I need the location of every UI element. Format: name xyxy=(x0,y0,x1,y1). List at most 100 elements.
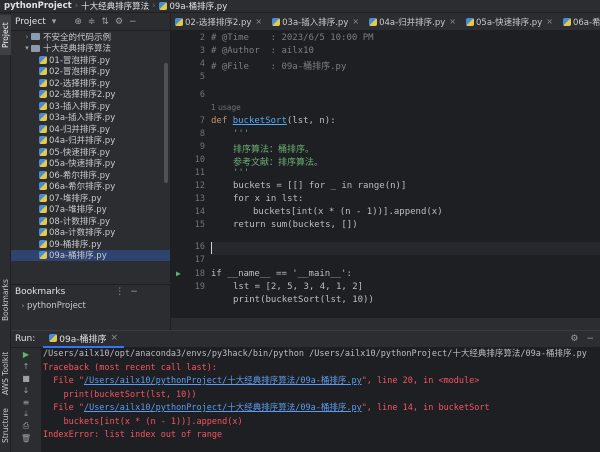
trash-icon[interactable]: 🗑 xyxy=(11,432,41,444)
chevron-right-icon[interactable]: › xyxy=(23,33,31,41)
editor-tab[interactable]: 05a-快速排序.py × xyxy=(462,13,559,30)
bookmarks-tool-tab[interactable]: Bookmarks xyxy=(0,275,11,325)
tree-item-label: 06a-希尔排序.py xyxy=(49,182,116,193)
bookmarks-header: Bookmarks ⋮ − xyxy=(11,285,170,299)
close-icon[interactable]: × xyxy=(352,17,359,26)
minimize-icon[interactable]: − xyxy=(129,17,137,27)
tree-item[interactable]: 08-计数排序.py xyxy=(11,215,170,227)
project-panel-title[interactable]: Project xyxy=(15,17,46,27)
editor-tab[interactable]: 06a-希尔排序.py× xyxy=(559,13,600,30)
tree-item[interactable]: 02-选择排序.py xyxy=(11,77,170,89)
tree-item-label: 02-冒泡排序.py xyxy=(49,67,111,78)
tree-item-label: 04a-归并排序.py xyxy=(49,136,116,147)
editor-tab-label: 02-选择排序2.py xyxy=(185,17,252,28)
scroll-up-icon[interactable]: ↑ xyxy=(11,360,41,372)
python-file-icon xyxy=(39,193,47,202)
python-file-icon xyxy=(39,251,47,260)
tree-item-label: 07a-堆排序.py xyxy=(49,205,107,216)
tree-item[interactable]: 07a-堆排序.py xyxy=(11,204,170,216)
editor-tab[interactable]: 04a-归并排序.py × xyxy=(365,13,462,30)
run-gutter-icon[interactable]: ▶ xyxy=(176,269,181,278)
locate-icon[interactable]: ⊕ xyxy=(74,17,82,27)
usage-hint[interactable]: 1 usage xyxy=(211,103,241,112)
chevron-down-icon[interactable]: ▾ xyxy=(23,44,31,52)
console-code-line-1: print(bucketSort(lst, 10)) xyxy=(43,389,197,400)
code-editor[interactable]: 2 3 4 5 6 7 8 9 10 11 12 13 14 15 16 17 18 19 # @Time : 2… xyxy=(171,31,600,318)
python-file-icon xyxy=(39,124,47,133)
bookmark-item[interactable]: › pythonProject xyxy=(11,299,170,313)
gear-icon[interactable]: ⚙ xyxy=(115,17,123,27)
tree-item[interactable]: 05a-快速排序.py xyxy=(11,158,170,170)
run-tab[interactable]: 09a-桶排序 × xyxy=(43,331,125,348)
python-file-icon xyxy=(39,113,47,122)
structure-tool-tab[interactable]: Structure xyxy=(0,405,11,447)
tree-item[interactable]: 04-归并排序.py xyxy=(11,123,170,135)
tree-item[interactable]: 09-桶排序.py xyxy=(11,238,170,250)
soft-wrap-icon[interactable]: ≡ xyxy=(11,396,41,408)
breadcrumb-project[interactable]: pythonProject xyxy=(4,1,72,11)
python-file-icon xyxy=(39,216,47,225)
line-number: 3 xyxy=(199,46,205,56)
tree-item[interactable]: 06a-希尔排序.py xyxy=(11,181,170,193)
chevron-down-icon[interactable]: ▾ xyxy=(52,17,57,27)
line-number: 9 xyxy=(199,142,205,152)
close-icon[interactable]: × xyxy=(449,17,456,26)
run-panel: Run: 09a-桶排序 × ⚙ − ▶ ↑ ■ ↓ ≡ ⤓ ⎙ 🗑 /User… xyxy=(11,330,600,452)
function-name[interactable]: bucketSort xyxy=(233,116,287,126)
expand-all-icon[interactable]: ⇅ xyxy=(101,17,109,27)
tree-item-label: 03-插入排序.py xyxy=(49,101,111,112)
editor-tab[interactable]: 03a-插入排序.py × xyxy=(268,13,365,30)
rerun-icon[interactable]: ▶ xyxy=(11,348,41,360)
tree-item[interactable]: 05-快速排序.py xyxy=(11,146,170,158)
more-icon[interactable]: ⋮ xyxy=(115,287,124,297)
gear-icon[interactable]: ⚙ xyxy=(570,334,578,344)
minimize-icon[interactable]: − xyxy=(586,334,594,344)
minimize-icon[interactable]: − xyxy=(130,287,138,297)
tree-item[interactable]: 06-希尔排序.py xyxy=(11,169,170,181)
tree-item[interactable]: 07-堆排序.py xyxy=(11,192,170,204)
tree-item[interactable]: 09a-桶排序.py xyxy=(11,249,170,261)
tree-item[interactable]: 01-冒泡排序.py xyxy=(11,54,170,66)
line-number: 19 xyxy=(194,282,205,292)
collapse-all-icon[interactable]: ≑ xyxy=(88,17,96,27)
close-icon[interactable]: × xyxy=(111,333,119,343)
tree-item-label: 08a-计数排序.py xyxy=(49,228,116,239)
console-output[interactable]: /Users/ailx10/opt/anaconda3/envs/py3hack… xyxy=(43,348,600,452)
close-icon[interactable]: × xyxy=(255,17,262,26)
editor-tab[interactable]: 02-选择排序2.py × xyxy=(171,13,268,30)
console-file-link[interactable]: /Users/ailx10/pythonProject/十大经典排序算法/09a… xyxy=(84,376,362,386)
project-tool-tab[interactable]: Project xyxy=(0,15,11,55)
scrollbar[interactable] xyxy=(164,63,168,183)
tree-item[interactable]: 03a-插入排序.py xyxy=(11,112,170,123)
tree-item[interactable]: 02-选择排序2.py xyxy=(11,89,170,100)
tree-item-label: 不安全的代码示例 xyxy=(43,32,112,43)
tree-item[interactable]: 08a-计数排序.py xyxy=(11,227,170,239)
code-line-8: ''' xyxy=(233,129,250,139)
aws-toolkit-tool-tab[interactable]: AWS Toolkit xyxy=(0,351,11,396)
python-file-icon xyxy=(272,17,281,26)
line-number: 11 xyxy=(194,168,205,178)
line-number: 17 xyxy=(194,255,205,265)
chevron-right-icon[interactable]: › xyxy=(19,302,27,310)
python-file-icon xyxy=(39,136,47,145)
stop-icon[interactable]: ■ xyxy=(11,372,41,384)
breadcrumb-folder[interactable]: 十大经典排序算法 xyxy=(81,0,149,12)
close-icon[interactable]: × xyxy=(546,17,553,26)
scroll-down-icon[interactable]: ↓ xyxy=(11,384,41,396)
python-file-icon xyxy=(39,101,47,110)
tree-item[interactable]: ▾ 十大经典排序算法 xyxy=(11,43,170,54)
python-file-icon xyxy=(39,228,47,237)
print-icon[interactable]: ⎙ xyxy=(11,420,41,432)
tree-item-label: 05a-快速排序.py xyxy=(49,159,116,170)
console-file-line-2: File "/Users/ailx10/pythonProject/十大经典排序… xyxy=(43,403,490,413)
tree-item[interactable]: 03-插入排序.py xyxy=(11,100,170,112)
left-tool-strip: Project Bookmarks AWS Toolkit Structure xyxy=(0,13,11,452)
project-panel-header: Project ▾ ⊕ ≑ ⇅ ⚙ − xyxy=(11,13,170,31)
code-line-13: for x in lst: xyxy=(233,194,304,204)
console-file-link[interactable]: /Users/ailx10/pythonProject/十大经典排序算法/09a… xyxy=(84,403,362,413)
tree-item[interactable]: 02-冒泡排序.py xyxy=(11,66,170,78)
breadcrumb-file[interactable]: 09a-桶排序.py xyxy=(170,0,228,12)
tree-item[interactable]: › 不安全的代码示例 xyxy=(11,31,170,43)
scroll-to-end-icon[interactable]: ⤓ xyxy=(11,408,41,420)
tree-item[interactable]: 04a-归并排序.py xyxy=(11,135,170,147)
